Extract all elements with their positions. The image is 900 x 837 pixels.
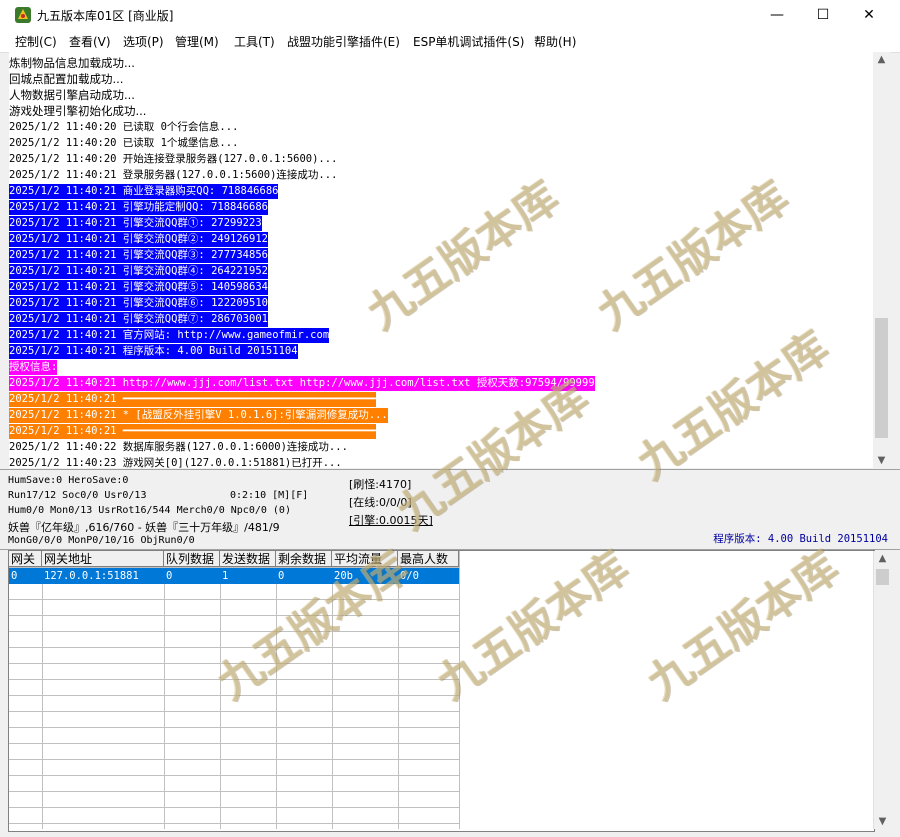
column-header-queue[interactable]: 队列数据 (164, 551, 220, 567)
log-line: 2025/1/2 11:40:21 商业登录器购买QQ: 718846686 (9, 184, 279, 199)
scroll-down-icon[interactable]: ▼ (874, 816, 891, 827)
log-line: 2025/1/2 11:40:20 已读取 1个城堡信息... (9, 137, 239, 149)
log-line: 2025/1/2 11:40:21 ━━━━━━━━━━━━━━━━━━━━━━… (9, 392, 376, 407)
status-counts: Hum0/0 Mon0/13 UsrRot16/544 Merch0/0 Npc… (8, 505, 291, 516)
log-line: 2025/1/2 11:40:21 官方网站: http://www.gameo… (9, 328, 330, 343)
log-line: 2025/1/2 11:40:21 ━━━━━━━━━━━━━━━━━━━━━━… (9, 424, 376, 439)
log-line: 2025/1/2 11:40:21 程序版本: 4.00 Build 20151… (9, 344, 298, 359)
log-panel[interactable]: 炼制物品信息加载成功... 回城点配置加载成功... 人物数据引擎启动成功... 游戏… (9, 52, 873, 468)
scroll-up-icon[interactable]: ▲ (874, 553, 891, 564)
table-cell[interactable]: 0/0 (398, 568, 459, 584)
grid-column-line (164, 551, 165, 829)
table-cell[interactable]: 0 (9, 568, 42, 584)
log-line: 炼制物品信息加载成功... (9, 56, 135, 70)
refresh-counter: [刷怪:4170] (349, 478, 412, 491)
title-bar: 九五版本库01区 [商业版] — ☐ ✕ (0, 0, 900, 30)
log-line: 2025/1/2 11:40:21 引擎交流QQ群③: 277734856 (9, 248, 268, 263)
menu-help[interactable]: 帮助(H) (534, 33, 576, 50)
log-line: 游戏处理引擎初始化成功... (9, 104, 147, 118)
menu-esp-plugin[interactable]: ESP单机调试插件(S) (413, 33, 524, 50)
window-title: 九五版本库01区 [商业版] (37, 9, 174, 23)
menu-alliance-plugin[interactable]: 战盟功能引擎插件(E) (287, 33, 400, 50)
column-header-remaining[interactable]: 剩余数据 (276, 551, 332, 567)
column-header-address[interactable]: 网关地址 (42, 551, 164, 567)
status-uptime: 0:2:10 [M][F] (230, 490, 309, 501)
status-objects: MonG0/0/0 MonP0/10/16 ObjRun0/0 (8, 535, 195, 546)
column-header-max-users[interactable]: 最高人数 (398, 551, 459, 567)
scroll-down-icon[interactable]: ▼ (873, 455, 890, 466)
grid-column-line (276, 551, 277, 829)
log-line: 授权信息: (9, 360, 58, 375)
log-line: 2025/1/2 11:40:20 开始连接登录服务器(127.0.0.1:56… (9, 153, 338, 165)
status-run: Run17/12 Soc0/0 Usr0/13 (8, 490, 147, 501)
log-line: 2025/1/2 11:40:21 引擎交流QQ群⑤: 140598634 (9, 280, 268, 295)
status-monsters: 妖兽『亿年级』,616/760 - 妖兽『三十万年级』/481/9 (8, 521, 280, 534)
column-header-gateway[interactable]: 网关 (9, 551, 42, 567)
log-line: 人物数据引擎启动成功... (9, 88, 135, 102)
grid-column-line (332, 551, 333, 829)
grid-scrollbar[interactable]: ▲ ▼ (873, 551, 891, 829)
table-cell[interactable]: 1 (220, 568, 276, 584)
column-header-avg-traffic[interactable]: 平均流量 (332, 551, 398, 567)
status-area: HumSave:0 HeroSave:0 Run17/12 Soc0/0 Usr… (0, 469, 900, 550)
scroll-up-icon[interactable]: ▲ (873, 54, 890, 65)
log-line: 2025/1/2 11:40:21 引擎交流QQ群⑥: 122209510 (9, 296, 268, 311)
app-icon (15, 7, 31, 23)
grid-column-line (398, 551, 399, 829)
log-line: 2025/1/2 11:40:21 引擎交流QQ群⑦: 286703001 (9, 312, 268, 327)
gateway-table[interactable]: 网关 网关地址 队列数据 发送数据 剩余数据 平均流量 最高人数 0 127.0… (9, 551, 460, 829)
status-save: HumSave:0 HeroSave:0 (8, 475, 129, 486)
close-button[interactable]: ✕ (846, 0, 892, 30)
grid-scrollbar-thumb[interactable] (876, 569, 889, 585)
log-scrollbar-thumb[interactable] (875, 318, 888, 438)
engine-days: [引擎:0.0015天] (349, 514, 433, 527)
log-line: 2025/1/2 11:40:21 引擎交流QQ群②: 249126912 (9, 232, 268, 247)
menu-view[interactable]: 查看(V) (69, 33, 111, 50)
program-version: 程序版本: 4.00 Build 20151104 (713, 533, 888, 545)
grid-column-line (220, 551, 221, 829)
log-line: 2025/1/2 11:40:23 游戏网关[0](127.0.0.1:5188… (9, 457, 342, 468)
online-counter: [在线:0/0/0] (349, 496, 412, 509)
log-line: 2025/1/2 11:40:21 登录服务器(127.0.0.1:5600)连… (9, 169, 338, 181)
log-scrollbar[interactable]: ▲ ▼ (873, 52, 890, 468)
log-line: 2025/1/2 11:40:21 * [战盟反外挂引擎V 1.0.1.6]:引… (9, 408, 388, 423)
maximize-button[interactable]: ☐ (800, 0, 846, 30)
table-cell[interactable]: 0 (164, 568, 220, 584)
table-cell[interactable]: 127.0.0.1:51881 (42, 568, 164, 584)
log-line: 2025/1/2 11:40:21 引擎交流QQ群④: 264221952 (9, 264, 268, 279)
menu-tools[interactable]: 工具(T) (234, 33, 275, 50)
menu-manage[interactable]: 管理(M) (175, 33, 219, 50)
log-line: 2025/1/2 11:40:21 引擎交流QQ群①: 27299223 (9, 216, 262, 231)
table-cell[interactable]: 0 (276, 568, 332, 584)
menu-bar: 控制(C) 查看(V) 选项(P) 管理(M) 工具(T) 战盟功能引擎插件(E… (0, 30, 900, 53)
log-line: 2025/1/2 11:40:21 http://www.jjj.com/lis… (9, 376, 595, 391)
table-cell[interactable]: 20b (332, 568, 398, 584)
log-line: 2025/1/2 11:40:20 已读取 0个行会信息... (9, 121, 239, 133)
minimize-button[interactable]: — (754, 0, 800, 30)
gateway-grid-panel: 网关 网关地址 队列数据 发送数据 剩余数据 平均流量 最高人数 0 127.0… (8, 550, 891, 832)
log-line: 2025/1/2 11:40:22 数据库服务器(127.0.0.1:6000)… (9, 441, 348, 453)
grid-column-line (42, 551, 43, 829)
menu-options[interactable]: 选项(P) (123, 33, 164, 50)
log-line: 2025/1/2 11:40:21 引擎功能定制QQ: 718846686 (9, 200, 268, 215)
menu-control[interactable]: 控制(C) (15, 33, 57, 50)
column-header-sent[interactable]: 发送数据 (220, 551, 276, 567)
log-line: 回城点配置加载成功... (9, 72, 124, 86)
